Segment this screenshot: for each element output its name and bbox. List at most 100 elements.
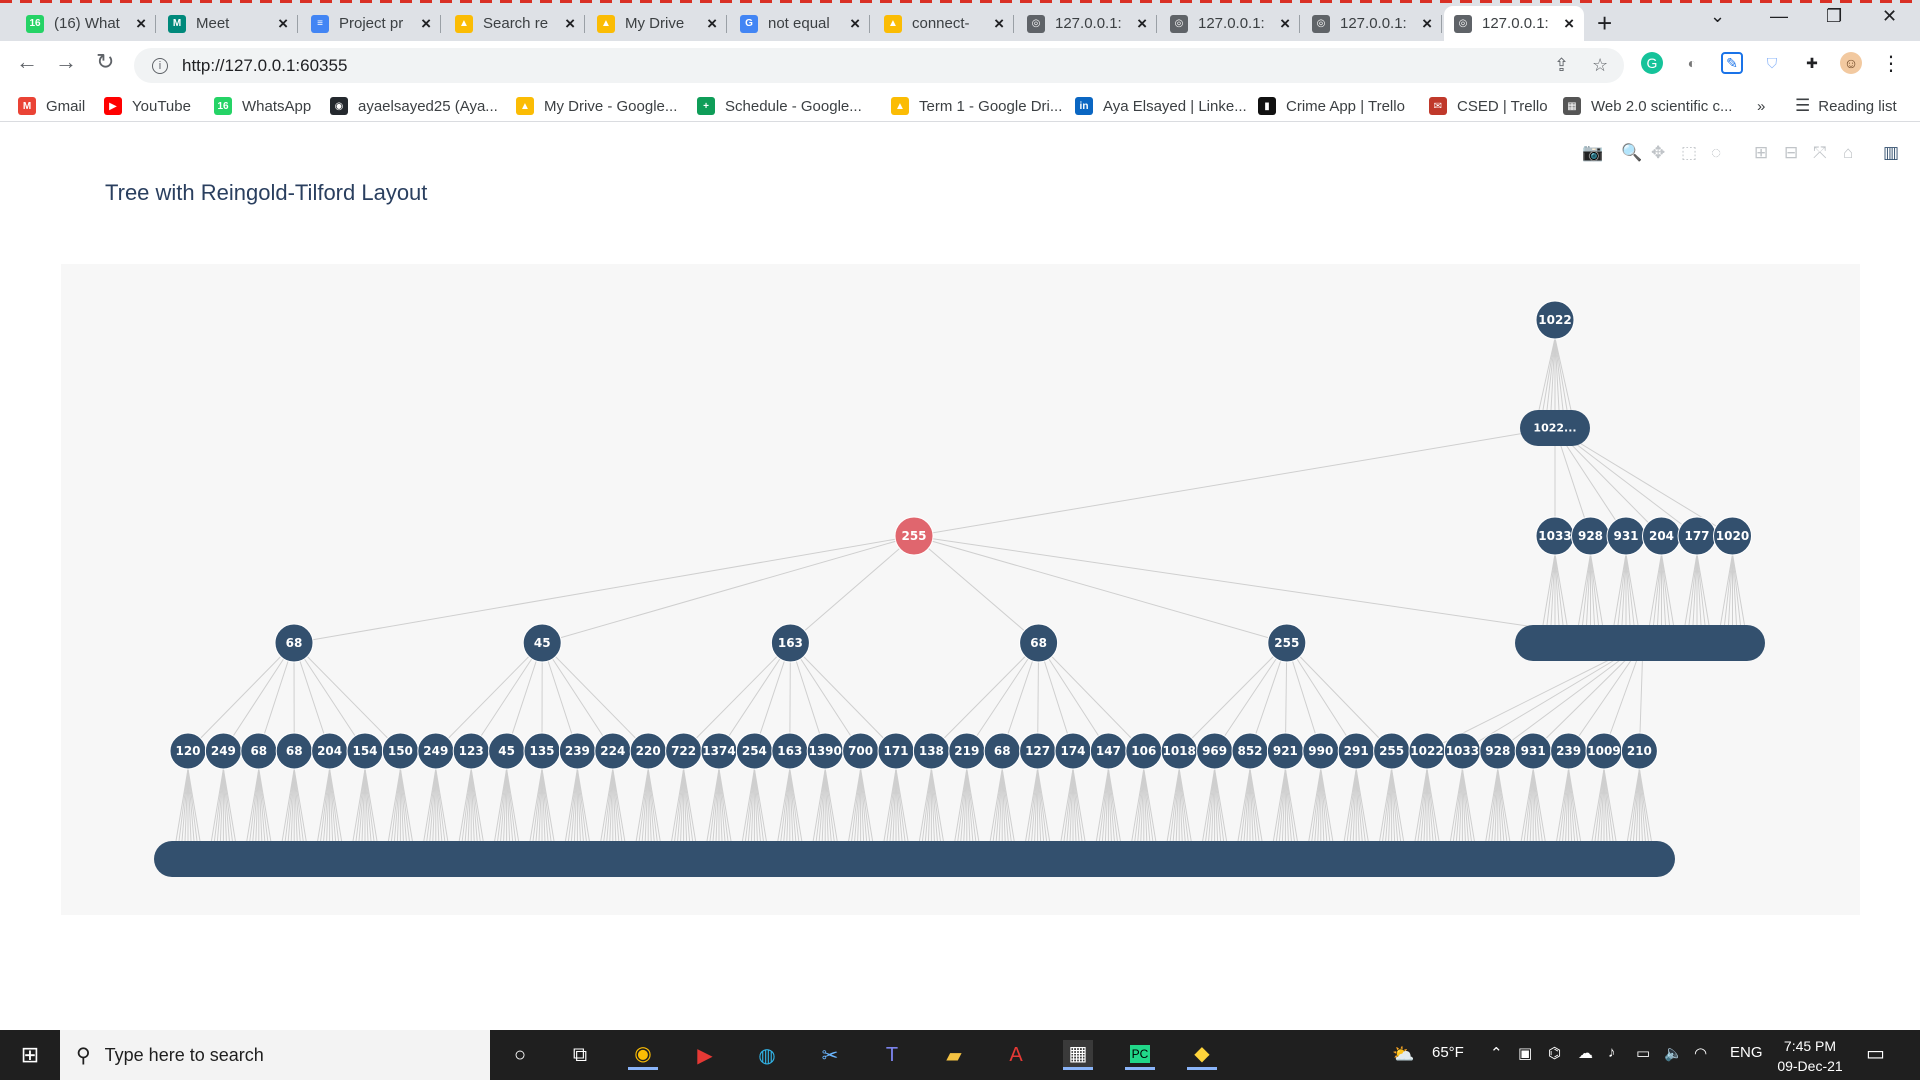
task-view-icon[interactable]: ⧉ (565, 1040, 595, 1070)
notification-icon[interactable]: ▭ (1866, 1041, 1885, 1066)
zoom-out-icon[interactable]: ⊟ (1784, 143, 1798, 163)
tab-7[interactable]: ▲ connect- × (874, 6, 1014, 41)
chevron-up-icon[interactable]: ⌃ (1490, 1044, 1503, 1062)
acrobat-icon[interactable]: A (1001, 1040, 1031, 1070)
edge-icon[interactable]: ◍ (752, 1040, 782, 1070)
tree-node[interactable]: 1020 (1713, 516, 1752, 556)
reload-button[interactable]: ↻ (96, 49, 114, 75)
tab-1[interactable]: 16 (16) What × (16, 6, 156, 41)
tree-node[interactable]: 68 (983, 732, 1021, 770)
tree-node[interactable]: 68 (1019, 623, 1059, 663)
box-select-icon[interactable]: ⬚ (1681, 143, 1697, 163)
windows-start-icon[interactable]: ⊞ (15, 1040, 45, 1070)
lasso-icon[interactable]: ◌ (1711, 143, 1721, 163)
tree-node[interactable]: 1033 (1535, 516, 1575, 556)
bookmark-item[interactable]: ▮ Crime App | Trello (1258, 95, 1405, 117)
tree-node[interactable]: 1022 (1408, 732, 1446, 770)
grammarly-icon[interactable]: G (1641, 52, 1663, 74)
close-icon[interactable]: × (278, 14, 288, 34)
chrome-icon[interactable]: ◉ (628, 1040, 658, 1070)
close-icon[interactable]: × (1422, 14, 1432, 34)
tree-node[interactable]: 239 (558, 732, 596, 770)
bookmark-item[interactable]: 16 WhatsApp (214, 95, 311, 117)
tree-node[interactable]: 68 (275, 732, 313, 770)
bookmark-item[interactable]: ◉ ayaelsayed25 (Aya... (330, 95, 498, 117)
tree-node[interactable]: 106 (1125, 732, 1163, 770)
tree-node[interactable]: 147 (1089, 732, 1127, 770)
bookmark-item[interactable]: in Aya Elsayed | Linke... (1075, 95, 1247, 117)
tree-node[interactable]: 177 (1677, 516, 1717, 556)
pycharm-icon[interactable]: PC (1125, 1040, 1155, 1070)
close-icon[interactable]: × (850, 14, 860, 34)
share-icon[interactable]: ⇪ (1554, 55, 1569, 76)
weather-text[interactable]: 65°F (1432, 1044, 1464, 1061)
battery-icon[interactable]: ▭ (1636, 1044, 1650, 1062)
back-button[interactable]: ← (16, 49, 38, 75)
wifi-icon[interactable]: ◠ (1694, 1044, 1707, 1062)
tab-6[interactable]: G not equal × (730, 6, 870, 41)
tree-node[interactable]: 249 (417, 732, 455, 770)
weather-icon[interactable]: ⛅ (1392, 1044, 1414, 1065)
tree-node[interactable]: 171 (877, 732, 915, 770)
autoscale-icon[interactable]: ⤧ (1813, 143, 1827, 163)
bookmark-item[interactable]: ▶ YouTube (104, 95, 191, 117)
bookmark-item[interactable]: ▲ My Drive - Google... (516, 95, 677, 117)
tab-2[interactable]: M Meet × (158, 6, 298, 41)
tab-10[interactable]: ◎ 127.0.0.1: × (1302, 6, 1442, 41)
tab-active[interactable]: ◎ 127.0.0.1: × (1444, 6, 1584, 41)
tree-svg[interactable]: 1022 1022... 255 1033 928 931 204 177 1020 68 45 1… (61, 264, 1860, 915)
tree-node[interactable]: 1009 (1585, 732, 1623, 770)
restore-button[interactable]: ❐ (1826, 6, 1842, 27)
tree-node[interactable]: 1022 (1535, 300, 1575, 340)
media-player-icon[interactable]: ▶ (690, 1040, 720, 1070)
star-icon[interactable]: ☆ (1592, 55, 1608, 76)
tree-node[interactable]: 204 (1642, 516, 1681, 556)
microphone-icon[interactable]: ♪ (1608, 1044, 1616, 1061)
close-icon[interactable]: × (421, 14, 431, 34)
tree-node[interactable]: 255 (894, 516, 934, 556)
network-drive-icon[interactable]: ▣ (1518, 1044, 1532, 1062)
tree-node[interactable]: 163 (770, 623, 810, 663)
shield-icon[interactable]: ⛉ (1761, 52, 1783, 74)
tree-node[interactable]: 969 (1196, 732, 1234, 770)
cloud-icon[interactable]: ☁ (1578, 1044, 1593, 1062)
pan-icon[interactable]: ✥ (1651, 143, 1665, 163)
tab-9[interactable]: ◎ 127.0.0.1: × (1160, 6, 1300, 41)
tree-node[interactable]: 224 (594, 732, 632, 770)
avatar[interactable]: ☺ (1840, 52, 1862, 74)
tree-node[interactable]: 990 (1302, 732, 1340, 770)
tab-4[interactable]: ▲ Search re × (445, 6, 585, 41)
tree-node[interactable]: 1390 (806, 732, 844, 770)
tree-node[interactable]: 68 (240, 732, 278, 770)
close-icon[interactable]: × (1564, 14, 1574, 34)
tree-node[interactable]: 120 (169, 732, 207, 770)
tree-node[interactable]: 928 (1571, 516, 1610, 556)
bookmark-item[interactable]: ▦ Web 2.0 scientific c... (1563, 95, 1732, 117)
overlapping-leaf-nodes[interactable] (154, 841, 1675, 877)
tree-node[interactable]: 700 (842, 732, 880, 770)
close-icon[interactable]: × (136, 14, 146, 34)
home-icon[interactable]: ⌂ (1843, 143, 1853, 163)
tree-node[interactable]: 150 (381, 732, 419, 770)
tree-node[interactable]: 123 (452, 732, 490, 770)
tree-node[interactable]: 163 (771, 732, 809, 770)
tree-node[interactable]: 1033 (1443, 732, 1481, 770)
python-icon[interactable]: ◆ (1187, 1040, 1217, 1070)
tree-node[interactable]: 68 (274, 623, 314, 663)
tree-node[interactable]: 249 (204, 732, 242, 770)
close-icon[interactable]: × (1137, 14, 1147, 34)
close-icon[interactable]: × (994, 14, 1004, 34)
tree-node[interactable]: 931 (1606, 516, 1646, 556)
tree-node[interactable]: 254 (735, 732, 773, 770)
tree-node[interactable]: 852 (1231, 732, 1269, 770)
tree-node[interactable]: 255 (1267, 623, 1307, 663)
tree-node[interactable]: 291 (1337, 732, 1375, 770)
calendar-app-icon[interactable]: ▦ (1063, 1040, 1093, 1070)
close-icon[interactable]: × (707, 14, 717, 34)
bookmark-item[interactable]: + Schedule - Google... (697, 95, 862, 117)
close-window-button[interactable]: ✕ (1882, 6, 1897, 27)
snipping-icon[interactable]: ✂ (815, 1040, 845, 1070)
teams-icon[interactable]: T (877, 1040, 907, 1070)
chevron-down-icon[interactable]: ⌄ (1710, 6, 1725, 27)
tree-node[interactable]: 204 (311, 732, 349, 770)
